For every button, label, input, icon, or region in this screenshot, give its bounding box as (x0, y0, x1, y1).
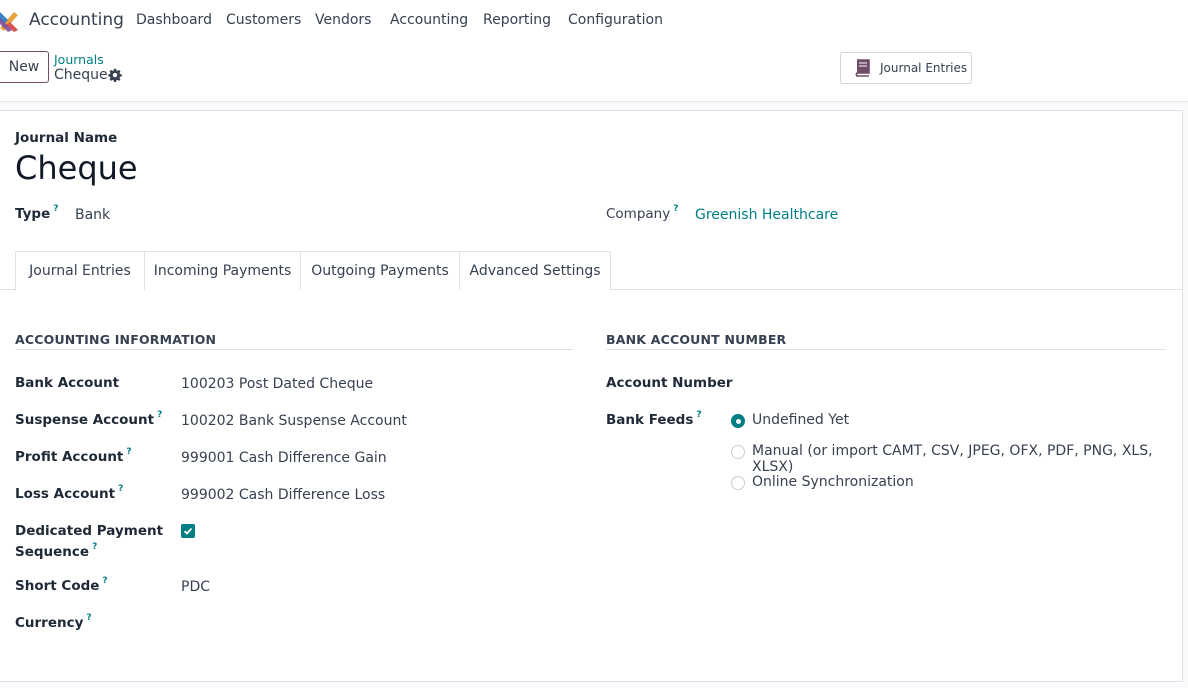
short-code-field[interactable]: PDC (181, 579, 210, 595)
new-button[interactable]: New (0, 51, 49, 83)
smart-button-label: Journal Entries (880, 61, 968, 75)
company-field[interactable]: Greenish Healthcare (695, 207, 838, 223)
menu-configuration[interactable]: Configuration (568, 12, 663, 28)
type-label: Type? (15, 204, 59, 222)
tab-outgoing-payments[interactable]: Outgoing Payments (300, 251, 460, 290)
top-navbar: Accounting Dashboard Customers Vendors A… (0, 0, 1188, 40)
form-sheet: Journal Name Cheque Type? Bank Company? … (0, 110, 1183, 682)
menu-vendors[interactable]: Vendors (315, 12, 371, 28)
bank-feeds-label: Bank Feeds? (606, 410, 702, 428)
company-label: Company? (606, 204, 679, 222)
journal-name-label: Journal Name (15, 130, 118, 146)
radio-label-undefined-yet[interactable]: Undefined Yet (752, 412, 849, 428)
currency-label: Currency? (15, 613, 92, 631)
radio-label-online-synchronization[interactable]: Online Synchronization (752, 474, 914, 490)
radio-label-manual-import[interactable]: Manual (or import CAMT, CSV, JPEG, OFX, … (752, 443, 1182, 475)
menu-reporting[interactable]: Reporting (483, 12, 551, 28)
loss-account-label: Loss Account? (15, 484, 124, 502)
control-panel: New Journals Cheque Journal Entries (0, 40, 1188, 102)
help-icon[interactable]: ? (86, 613, 91, 623)
radio-manual-import[interactable] (731, 445, 745, 459)
menu-customers[interactable]: Customers (226, 12, 301, 28)
bank-account-field[interactable]: 100203 Post Dated Cheque (181, 376, 373, 392)
menu-accounting[interactable]: Accounting (390, 12, 468, 28)
checkmark-icon (183, 527, 193, 535)
bank-account-label: Bank Account (15, 375, 120, 391)
loss-account-field[interactable]: 999002 Cash Difference Loss (181, 487, 385, 503)
radio-undefined-yet[interactable] (731, 414, 745, 428)
help-icon[interactable]: ? (157, 410, 162, 420)
account-number-label: Account Number (606, 375, 733, 391)
journal-entries-smart-button[interactable]: Journal Entries (840, 52, 972, 84)
help-icon[interactable]: ? (102, 576, 107, 586)
journal-name-input[interactable]: Cheque (15, 149, 138, 187)
help-icon[interactable]: ? (126, 447, 131, 457)
dedicated-payment-label-line1: Dedicated Payment (15, 523, 164, 539)
section-divider (606, 349, 1166, 350)
suspense-account-field[interactable]: 100202 Bank Suspense Account (181, 413, 407, 429)
radio-online-synchronization[interactable] (731, 476, 745, 490)
tab-journal-entries[interactable]: Journal Entries (15, 251, 145, 291)
help-icon[interactable]: ? (696, 410, 701, 420)
help-icon[interactable]: ? (92, 542, 97, 552)
dedicated-payment-sequence-checkbox[interactable] (181, 524, 195, 538)
profit-account-label: Profit Account? (15, 447, 132, 465)
short-code-label: Short Code? (15, 576, 108, 594)
help-icon[interactable]: ? (673, 204, 678, 214)
section-divider (15, 349, 573, 350)
type-field[interactable]: Bank (75, 207, 110, 223)
profit-account-field[interactable]: 999001 Cash Difference Gain (181, 450, 387, 466)
dedicated-payment-label-line2: Sequence? (15, 542, 98, 560)
tab-advanced-settings[interactable]: Advanced Settings (459, 251, 611, 290)
accounting-information-title: ACCOUNTING INFORMATION (15, 332, 217, 347)
gear-icon[interactable] (108, 68, 122, 82)
help-icon[interactable]: ? (53, 204, 58, 214)
tab-incoming-payments[interactable]: Incoming Payments (144, 251, 301, 290)
breadcrumb-journals[interactable]: Journals (54, 52, 104, 67)
suspense-account-label: Suspense Account? (15, 410, 163, 428)
accounting-app-icon[interactable] (0, 8, 20, 32)
menu-dashboard[interactable]: Dashboard (136, 12, 212, 28)
breadcrumb-current: Cheque (54, 67, 108, 83)
help-icon[interactable]: ? (118, 484, 123, 494)
bank-account-number-title: BANK ACCOUNT NUMBER (606, 332, 787, 347)
app-name[interactable]: Accounting (29, 10, 124, 30)
book-icon (855, 59, 870, 77)
